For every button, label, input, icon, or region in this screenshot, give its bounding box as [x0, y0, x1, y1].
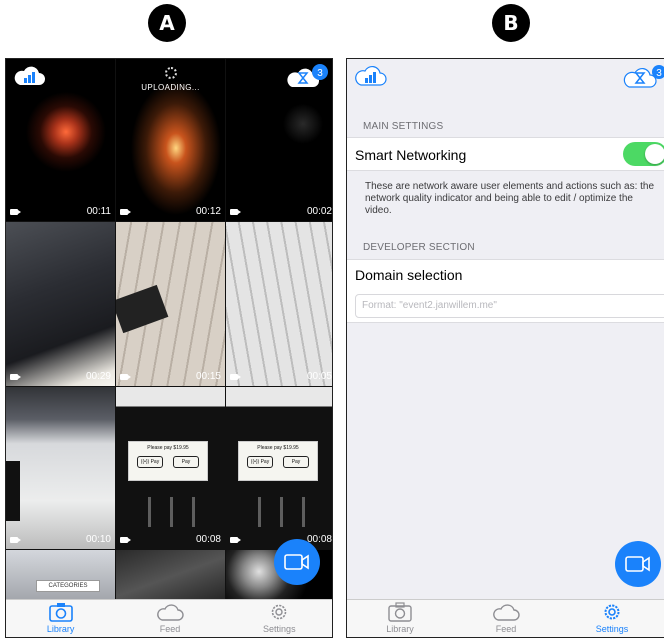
settings-screen: 3 MAIN SETTINGS Smart Networking These a… — [346, 58, 664, 638]
video-camera-icon — [10, 374, 21, 380]
video-thumbnail[interactable]: 00:10 — [6, 387, 115, 549]
terminal-applepay-button: Pay — [173, 456, 199, 468]
photo-camera-icon — [48, 603, 73, 622]
video-thumbnail[interactable]: 00:29 — [6, 222, 115, 386]
terminal-contactless-button: ((•)) Pay — [247, 456, 273, 468]
tab-label: Library — [386, 624, 414, 634]
smart-networking-description: These are network aware user elements an… — [365, 181, 655, 216]
smart-networking-toggle[interactable] — [623, 142, 664, 166]
tab-settings[interactable]: Settings — [225, 600, 332, 637]
video-duration: 00:11 — [86, 206, 111, 217]
terminal-text: Please pay $19.95 — [147, 445, 189, 451]
upload-queue-count: 3 — [656, 68, 662, 79]
video-duration: 00:08 — [195, 534, 221, 545]
video-camera-icon — [120, 374, 131, 380]
smart-networking-label: Smart Networking — [355, 147, 467, 163]
upload-spinner-icon — [164, 67, 177, 79]
domain-input[interactable]: Format: "event2.janwillem.me" — [355, 294, 664, 318]
label-a-text: A — [159, 11, 175, 35]
video-thumbnail[interactable]: 00:15 — [116, 222, 225, 386]
section-header-developer: DEVELOPER SECTION — [363, 242, 475, 253]
video-camera-icon — [10, 537, 21, 543]
record-video-button[interactable] — [615, 541, 661, 587]
video-thumbnail[interactable]: 00:05 — [226, 222, 332, 386]
domain-selection-row: Domain selection Format: "event2.janwill… — [347, 259, 664, 323]
terminal-applepay-button: Pay — [283, 456, 309, 468]
network-quality-cloud-icon[interactable] — [353, 63, 387, 87]
video-duration: 00:15 — [195, 371, 221, 382]
cloud-icon — [493, 604, 520, 621]
uploading-label: UPLOADING... — [141, 83, 200, 92]
video-camera-icon — [625, 556, 650, 572]
video-camera-icon — [120, 537, 131, 543]
video-camera-icon — [230, 209, 241, 215]
video-camera-icon — [284, 554, 309, 570]
video-thumbnail-uploading[interactable]: UPLOADING... 00:12 — [116, 59, 225, 221]
network-quality-cloud-icon[interactable] — [12, 63, 46, 87]
terminal-contactless-button: ((•)) Pay — [137, 456, 163, 468]
label-b-badge: B — [492, 4, 530, 42]
tab-label: Feed — [159, 624, 181, 634]
video-duration: 00:05 — [306, 371, 332, 382]
video-duration: 00:12 — [195, 206, 221, 217]
tab-label: Library — [46, 624, 75, 634]
gear-icon — [272, 604, 287, 620]
record-video-button[interactable] — [274, 539, 320, 585]
label-a-badge: A — [148, 4, 186, 42]
upload-queue-count: 3 — [317, 68, 323, 79]
video-thumbnail[interactable] — [116, 550, 225, 604]
video-camera-icon — [230, 374, 241, 380]
screenshot-comparison: A B 00:11 UPLOADING... 00:12 00:02 00:29… — [0, 0, 665, 639]
smart-networking-row: Smart Networking — [347, 137, 664, 171]
video-thumbnail[interactable]: Please pay $19.95 ((•)) Pay Pay 00:08 — [226, 387, 332, 549]
payment-terminal-screen: Please pay $19.95 ((•)) Pay Pay — [238, 441, 318, 481]
tab-feed[interactable]: Feed — [453, 600, 559, 637]
upload-queue-icon[interactable]: 3 — [286, 63, 330, 89]
video-duration: 00:29 — [85, 371, 111, 382]
tab-library[interactable]: Library — [6, 600, 115, 637]
terminal-keypad — [136, 497, 206, 527]
tab-label: Settings — [595, 624, 629, 634]
tab-bar: Library Feed Settings — [6, 599, 332, 637]
terminal-keypad — [246, 497, 316, 527]
categories-label: CATEGORIES — [36, 580, 100, 592]
tab-feed[interactable]: Feed — [115, 600, 224, 637]
video-duration: 00:10 — [85, 534, 111, 545]
domain-selection-label: Domain selection — [355, 267, 463, 283]
upload-queue-icon[interactable]: 3 — [623, 63, 664, 89]
tab-bar: Library Feed Settings — [347, 599, 664, 637]
label-b-text: B — [503, 11, 519, 35]
library-screen: 00:11 UPLOADING... 00:12 00:02 00:29 00:… — [5, 58, 333, 638]
video-camera-icon — [120, 209, 131, 215]
video-camera-icon — [230, 537, 241, 543]
tab-settings[interactable]: Settings — [559, 600, 664, 637]
tab-library[interactable]: Library — [347, 600, 453, 637]
terminal-text: Please pay $19.95 — [257, 445, 299, 451]
video-grid: 00:11 UPLOADING... 00:12 00:02 00:29 00:… — [6, 59, 332, 604]
section-header-main: MAIN SETTINGS — [363, 121, 444, 132]
photo-camera-icon — [388, 602, 412, 622]
gear-icon — [604, 604, 620, 620]
video-camera-icon — [10, 209, 21, 215]
tab-label: Settings — [263, 624, 296, 634]
tab-label: Feed — [495, 624, 517, 634]
video-duration: 00:02 — [306, 206, 332, 217]
video-thumbnail[interactable]: CATEGORIES — [6, 550, 115, 604]
payment-terminal-screen: Please pay $19.95 ((•)) Pay Pay — [128, 441, 208, 481]
cloud-icon — [157, 604, 184, 621]
video-thumbnail[interactable]: Please pay $19.95 ((•)) Pay Pay 00:08 — [116, 387, 225, 549]
toggle-knob — [645, 144, 664, 164]
